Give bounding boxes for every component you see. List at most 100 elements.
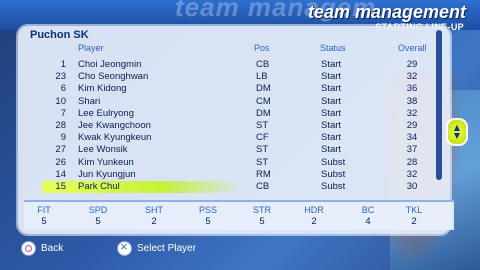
back-label: Back <box>41 243 64 254</box>
player-overall: 38 <box>406 95 418 107</box>
player-row[interactable]: 28 Jee Kwangchoon ST Start 29 <box>18 120 450 132</box>
player-list: 1 Choi Jeongmin CB Start 29 23 Cho Seonghwan LB… <box>18 59 450 194</box>
player-position: RM <box>256 168 271 180</box>
player-row[interactable]: 7 Lee Eulryong DM Start 32 <box>18 108 450 120</box>
stat-label: HDR <box>304 205 324 215</box>
player-status: Start <box>321 95 342 107</box>
player-position: ST <box>256 144 269 156</box>
player-status: Subst <box>321 180 346 192</box>
column-header-overall: Overall <box>398 43 427 53</box>
player-status: Start <box>321 83 342 95</box>
player-position: CB <box>256 59 270 70</box>
player-status: Start <box>321 132 342 144</box>
stat-value: 5 <box>95 216 101 227</box>
player-position: ST <box>256 119 269 131</box>
player-row[interactable]: 1 Choi Jeongmin CB Start 29 <box>18 59 450 71</box>
player-name: Kim Kidong <box>78 83 127 95</box>
stat-value: 5 <box>205 216 211 227</box>
scroll-arrows-icon[interactable]: ▲ ▼ <box>446 118 468 146</box>
player-number: 23 <box>55 71 66 83</box>
player-overall: 29 <box>406 119 418 131</box>
player-number: 27 <box>55 144 66 156</box>
list-scrollbar[interactable] <box>436 30 442 180</box>
player-position: LB <box>256 71 268 83</box>
player-overall: 37 <box>406 144 418 156</box>
screen-title: team management <box>307 2 466 22</box>
player-position: DM <box>256 83 271 95</box>
stat-value: 2 <box>151 216 157 227</box>
player-position: DM <box>256 107 271 119</box>
player-status: Start <box>321 107 342 119</box>
select-player-button[interactable]: Select Player <box>118 239 196 255</box>
player-overall: 30 <box>406 180 418 192</box>
player-status: Subst <box>321 156 346 168</box>
column-header-pos: Pos <box>254 43 270 53</box>
player-row[interactable]: 9 Kwak Kyungkeun CF Start 34 <box>18 132 450 144</box>
player-row[interactable]: 6 Kim Kidong DM Start 36 <box>18 83 450 95</box>
stat-sht: SHT 2 <box>134 205 174 227</box>
stat-spd: SPD 5 <box>78 205 118 227</box>
player-row[interactable]: 26 Kim Yunkeun ST Subst 28 <box>18 157 450 169</box>
stat-label: SPD <box>88 205 108 215</box>
player-row[interactable]: 10 Shari CM Start 38 <box>18 96 450 108</box>
player-name: Lee Eulryong <box>78 107 134 119</box>
player-status: Start <box>321 59 342 70</box>
player-overall: 32 <box>406 168 418 180</box>
player-number: 26 <box>55 156 66 168</box>
player-number: 14 <box>55 168 66 180</box>
select-player-label: Select Player <box>137 243 196 254</box>
player-row[interactable]: 15 Park Chul CB Subst 30 <box>18 180 450 194</box>
player-row[interactable]: 27 Lee Wonsik ST Start 37 <box>18 144 450 156</box>
stat-label: FIT <box>37 205 51 215</box>
player-name: Jee Kwangchoon <box>78 119 151 131</box>
player-overall: 34 <box>406 132 418 144</box>
player-name: Kim Yunkeun <box>78 156 134 168</box>
stat-value: 4 <box>365 216 371 227</box>
stat-tkl: TKL 2 <box>394 205 434 227</box>
player-name: Jun Kyungjun <box>78 168 136 180</box>
stat-value: 2 <box>311 216 317 227</box>
player-row[interactable]: 14 Jun Kyungjun RM Subst 32 <box>18 169 450 181</box>
player-name: Choi Jeongmin <box>78 59 142 70</box>
column-header-player: Player <box>78 43 104 53</box>
player-number: 6 <box>60 83 66 95</box>
cross-button-icon <box>118 239 131 255</box>
stat-pss: PSS 5 <box>188 205 228 227</box>
player-number: 15 <box>55 180 66 192</box>
player-stats-box: FIT 5 SPD 5 SHT 2 PSS 5 STR 5 HDR 2 BC 4 TKL 2 <box>24 200 454 230</box>
stat-value: 5 <box>259 216 265 227</box>
stat-value: 2 <box>411 216 417 227</box>
player-name: Kwak Kyungkeun <box>78 132 152 144</box>
player-status: Start <box>321 71 342 83</box>
button-prompt-bar: Back Select Player <box>0 238 480 270</box>
scroll-down-icon[interactable]: ▼ <box>454 132 460 140</box>
player-number: 7 <box>60 107 66 119</box>
player-name: Park Chul <box>78 180 120 192</box>
stat-label: BC <box>361 205 375 215</box>
team-name: Puchon SK <box>30 29 89 41</box>
stat-bc: BC 4 <box>348 205 388 227</box>
player-overall: 36 <box>406 83 418 95</box>
player-position: ST <box>256 156 269 168</box>
player-number: 1 <box>60 59 66 70</box>
player-row[interactable]: 23 Cho Seonghwan LB Start 32 <box>18 71 450 83</box>
stat-str: STR 5 <box>242 205 282 227</box>
column-header-status: Status <box>320 43 346 53</box>
stat-hdr: HDR 2 <box>294 205 334 227</box>
player-name: Shari <box>78 95 101 107</box>
player-position: CB <box>256 180 270 192</box>
player-number: 10 <box>55 95 66 107</box>
stat-label: PSS <box>198 205 217 215</box>
back-button[interactable]: Back <box>22 242 63 255</box>
player-position: CF <box>256 132 269 144</box>
player-status: Subst <box>321 168 346 180</box>
circle-button-icon <box>22 242 35 255</box>
stat-label: SHT <box>145 205 163 215</box>
player-name: Lee Wonsik <box>78 144 128 156</box>
stat-value: 5 <box>41 216 47 227</box>
player-overall: 32 <box>406 71 418 83</box>
player-overall: 32 <box>406 107 418 119</box>
player-status: Start <box>321 119 342 131</box>
stat-label: STR <box>253 205 271 215</box>
player-number: 9 <box>60 132 66 144</box>
